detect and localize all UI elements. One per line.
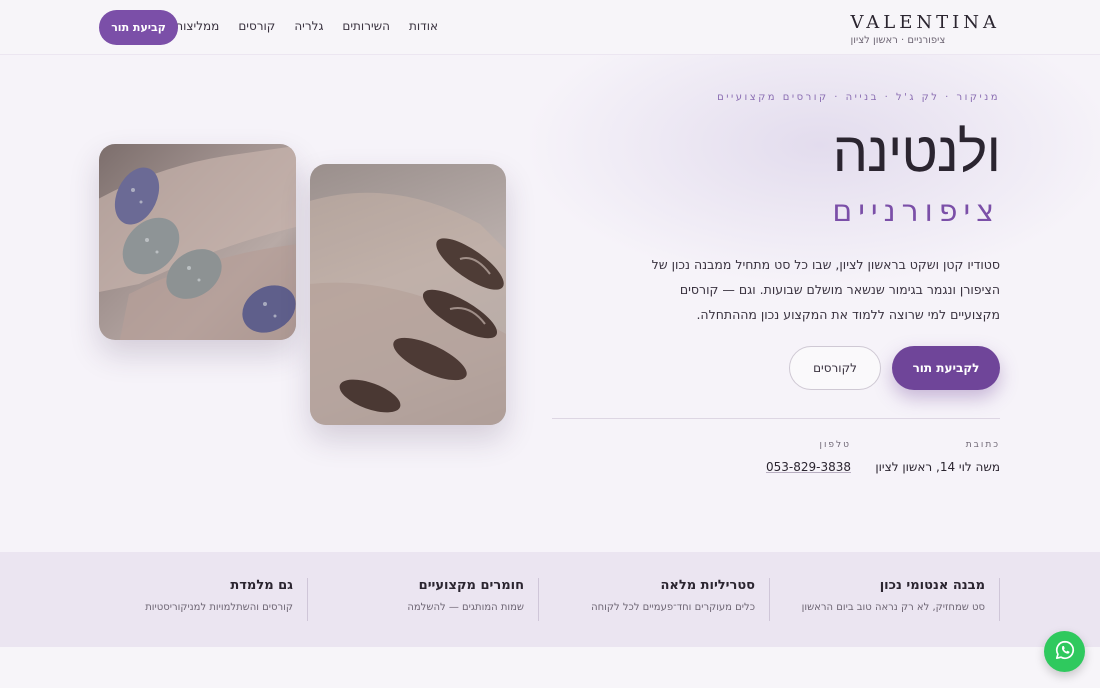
address-value: משה לוי 14, ראשון לציון: [875, 460, 1000, 474]
feature-title: מבנה אנטומי נכון: [879, 578, 985, 593]
site-header: VALENTINA ציפורניים · ראשון לציון אודות …: [0, 0, 1100, 55]
book-appointment-button[interactable]: לקביעת תור: [892, 346, 1000, 390]
hero-title: ולנטינה: [832, 120, 1001, 185]
nav-link-services[interactable]: השירותים: [342, 19, 390, 33]
nav-link-gallery[interactable]: גלריה: [294, 19, 323, 33]
nail-photo-glossy: [310, 164, 506, 425]
whatsapp-icon: [1054, 639, 1076, 665]
address-block: כתובת משה לוי 14, ראשון לציון: [875, 440, 1000, 474]
brand-name: VALENTINA: [850, 12, 1000, 33]
phone-link[interactable]: 053-829-3838: [766, 460, 851, 474]
feature-item: חומרים מקצועיים שמות המותגים — להשלמה: [324, 578, 539, 621]
hero-divider: [552, 418, 1000, 419]
feature-description: קורסים והשתלמויות למניקוריסטיות: [145, 602, 293, 613]
brand-subtitle: ציפורניים · ראשון לציון: [850, 35, 946, 46]
phone-block: טלפון 053-829-3838: [766, 440, 851, 474]
feature-item: מבנה אנטומי נכון סט שמחזיק, לא רק נראה ט…: [785, 578, 1000, 621]
address-label: כתובת: [965, 440, 1000, 450]
feature-description: סט שמחזיק, לא רק נראה טוב ביום הראשון: [801, 602, 985, 613]
feature-item: גם מלמדת קורסים והשתלמויות למניקוריסטיות: [93, 578, 308, 621]
feature-item: סטריליות מלאה כלים מעוקרים וחד־פעמיים לכ…: [555, 578, 770, 621]
header-book-button[interactable]: קביעת תור: [99, 10, 178, 45]
hero-tagline: מניקור · לק ג'ל · בנייה · קורסים מקצועיי…: [717, 92, 1000, 103]
nail-photo-matte: [99, 144, 296, 340]
nav-link-courses[interactable]: קורסים: [238, 19, 275, 33]
footer-area: [0, 647, 1100, 688]
nav-link-testimonials[interactable]: ממליצות: [175, 19, 219, 33]
features-strip: מבנה אנטומי נכון סט שמחזיק, לא רק נראה ט…: [0, 552, 1100, 647]
hero-description: סטודיו קטן ושקט בראשון לציון, שבו כל סט …: [651, 257, 1000, 322]
main-nav: אודות השירותים גלריה קורסים ממליצות: [175, 19, 438, 33]
nav-link-about[interactable]: אודות: [409, 19, 438, 33]
feature-description: כלים מעוקרים וחד־פעמיים לכל לקוחה: [591, 602, 755, 613]
hero-subtitle: ציפורניים: [832, 194, 1000, 229]
feature-title: גם מלמדת: [230, 578, 293, 593]
brand-logo[interactable]: VALENTINA ציפורניים · ראשון לציון: [851, 12, 1000, 46]
courses-button[interactable]: לקורסים: [789, 346, 881, 390]
whatsapp-button[interactable]: [1044, 631, 1085, 672]
feature-title: חומרים מקצועיים: [418, 578, 524, 593]
feature-title: סטריליות מלאה: [660, 578, 755, 593]
phone-label: טלפון: [819, 440, 851, 450]
feature-description: שמות המותגים — להשלמה: [407, 602, 524, 613]
